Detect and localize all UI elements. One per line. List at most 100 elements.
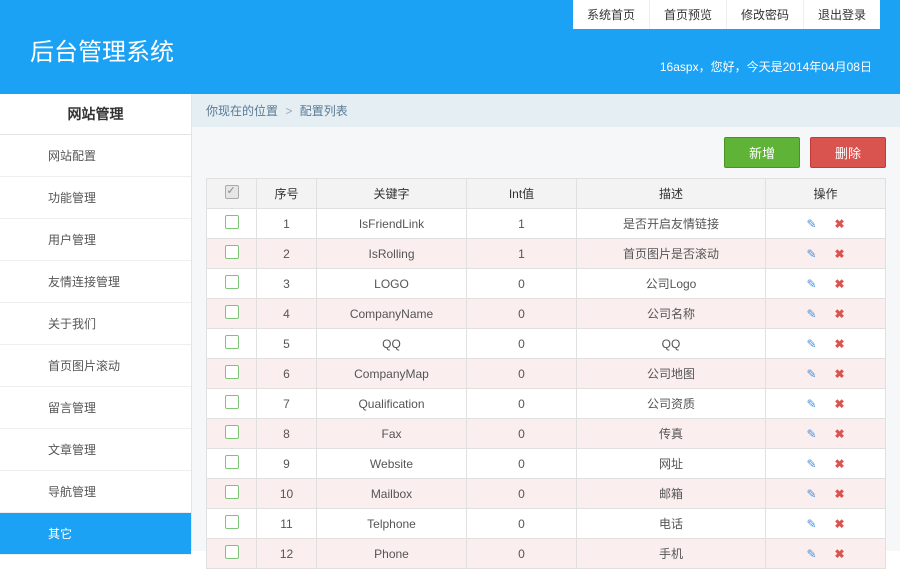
breadcrumb: 你现在的位置 > 配置列表: [192, 94, 900, 127]
cell-key: Phone: [317, 539, 467, 569]
toolbar: 新增 删除: [192, 127, 900, 178]
th-desc: 描述: [577, 179, 766, 209]
cell-int: 0: [467, 299, 577, 329]
delete-icon[interactable]: ✖: [835, 457, 845, 471]
cell-seq: 6: [257, 359, 317, 389]
sidebar-title: 网站管理: [0, 94, 191, 135]
sidebar-item-1[interactable]: 功能管理: [0, 177, 191, 219]
sidebar-item-3[interactable]: 友情连接管理: [0, 261, 191, 303]
table-row: 3LOGO0公司Logo✎✖: [207, 269, 886, 299]
row-checkbox[interactable]: [225, 545, 239, 559]
edit-icon[interactable]: ✎: [806, 457, 816, 471]
edit-icon[interactable]: ✎: [806, 247, 816, 261]
delete-icon[interactable]: ✖: [835, 547, 845, 561]
delete-button[interactable]: 删除: [810, 137, 886, 168]
th-action: 操作: [766, 179, 886, 209]
select-all-checkbox[interactable]: [225, 185, 239, 199]
sidebar-item-2[interactable]: 用户管理: [0, 219, 191, 261]
delete-icon[interactable]: ✖: [835, 367, 845, 381]
row-checkbox[interactable]: [225, 485, 239, 499]
header: 系统首页 首页预览 修改密码 退出登录 后台管理系统 16aspx，您好，今天是…: [0, 0, 900, 94]
nav-system-home[interactable]: 系统首页: [573, 0, 650, 29]
delete-icon[interactable]: ✖: [835, 307, 845, 321]
nav-logout[interactable]: 退出登录: [804, 0, 880, 29]
cell-key: Mailbox: [317, 479, 467, 509]
delete-icon[interactable]: ✖: [835, 217, 845, 231]
cell-seq: 12: [257, 539, 317, 569]
row-checkbox[interactable]: [225, 365, 239, 379]
edit-icon[interactable]: ✎: [806, 517, 816, 531]
nav-preview[interactable]: 首页预览: [650, 0, 727, 29]
delete-icon[interactable]: ✖: [835, 337, 845, 351]
sidebar: 网站管理 网站配置功能管理用户管理友情连接管理关于我们首页图片滚动留言管理文章管…: [0, 94, 192, 551]
cell-seq: 9: [257, 449, 317, 479]
table-header-row: 序号 关键字 Int值 描述 操作: [207, 179, 886, 209]
cell-seq: 4: [257, 299, 317, 329]
row-checkbox[interactable]: [225, 305, 239, 319]
cell-key: Qualification: [317, 389, 467, 419]
cell-seq: 8: [257, 419, 317, 449]
row-checkbox[interactable]: [225, 215, 239, 229]
cell-desc: 公司地图: [577, 359, 766, 389]
table-row: 8Fax0传真✎✖: [207, 419, 886, 449]
row-checkbox[interactable]: [225, 335, 239, 349]
welcome-user: 16aspx: [660, 60, 699, 74]
edit-icon[interactable]: ✎: [806, 367, 816, 381]
delete-icon[interactable]: ✖: [835, 427, 845, 441]
cell-int: 1: [467, 239, 577, 269]
cell-int: 0: [467, 389, 577, 419]
delete-icon[interactable]: ✖: [835, 247, 845, 261]
sidebar-item-0[interactable]: 网站配置: [0, 135, 191, 177]
cell-seq: 5: [257, 329, 317, 359]
nav-change-password[interactable]: 修改密码: [727, 0, 804, 29]
cell-seq: 10: [257, 479, 317, 509]
cell-int: 0: [467, 509, 577, 539]
cell-desc: 电话: [577, 509, 766, 539]
row-checkbox[interactable]: [225, 395, 239, 409]
cell-desc: 邮箱: [577, 479, 766, 509]
delete-icon[interactable]: ✖: [835, 277, 845, 291]
sidebar-item-5[interactable]: 首页图片滚动: [0, 345, 191, 387]
cell-key: IsRolling: [317, 239, 467, 269]
cell-desc: 是否开启友情链接: [577, 209, 766, 239]
delete-icon[interactable]: ✖: [835, 487, 845, 501]
sidebar-item-6[interactable]: 留言管理: [0, 387, 191, 429]
row-checkbox[interactable]: [225, 275, 239, 289]
row-checkbox[interactable]: [225, 425, 239, 439]
edit-icon[interactable]: ✎: [806, 217, 816, 231]
cell-seq: 1: [257, 209, 317, 239]
cell-key: Telphone: [317, 509, 467, 539]
delete-icon[interactable]: ✖: [835, 397, 845, 411]
edit-icon[interactable]: ✎: [806, 547, 816, 561]
edit-icon[interactable]: ✎: [806, 427, 816, 441]
config-table: 序号 关键字 Int值 描述 操作 1IsFriendLink1是否开启友情链接…: [206, 178, 886, 569]
breadcrumb-current: 配置列表: [300, 104, 348, 118]
table-row: 9Website0网址✎✖: [207, 449, 886, 479]
table-row: 5QQ0QQ✎✖: [207, 329, 886, 359]
edit-icon[interactable]: ✎: [806, 277, 816, 291]
add-button[interactable]: 新增: [724, 137, 800, 168]
breadcrumb-prefix: 你现在的位置: [206, 104, 278, 118]
delete-icon[interactable]: ✖: [835, 517, 845, 531]
cell-desc: 公司Logo: [577, 269, 766, 299]
cell-key: CompanyMap: [317, 359, 467, 389]
welcome-mid: ，您好，今天是: [699, 60, 783, 74]
edit-icon[interactable]: ✎: [806, 337, 816, 351]
cell-int: 0: [467, 359, 577, 389]
row-checkbox[interactable]: [225, 515, 239, 529]
chevron-right-icon: >: [285, 104, 292, 118]
row-checkbox[interactable]: [225, 245, 239, 259]
edit-icon[interactable]: ✎: [806, 307, 816, 321]
cell-desc: 公司资质: [577, 389, 766, 419]
table-row: 7Qualification0公司资质✎✖: [207, 389, 886, 419]
sidebar-item-9[interactable]: 其它: [0, 513, 191, 555]
sidebar-item-7[interactable]: 文章管理: [0, 429, 191, 471]
row-checkbox[interactable]: [225, 455, 239, 469]
cell-desc: 传真: [577, 419, 766, 449]
cell-int: 1: [467, 209, 577, 239]
sidebar-item-4[interactable]: 关于我们: [0, 303, 191, 345]
sidebar-item-8[interactable]: 导航管理: [0, 471, 191, 513]
edit-icon[interactable]: ✎: [806, 397, 816, 411]
edit-icon[interactable]: ✎: [806, 487, 816, 501]
cell-seq: 3: [257, 269, 317, 299]
